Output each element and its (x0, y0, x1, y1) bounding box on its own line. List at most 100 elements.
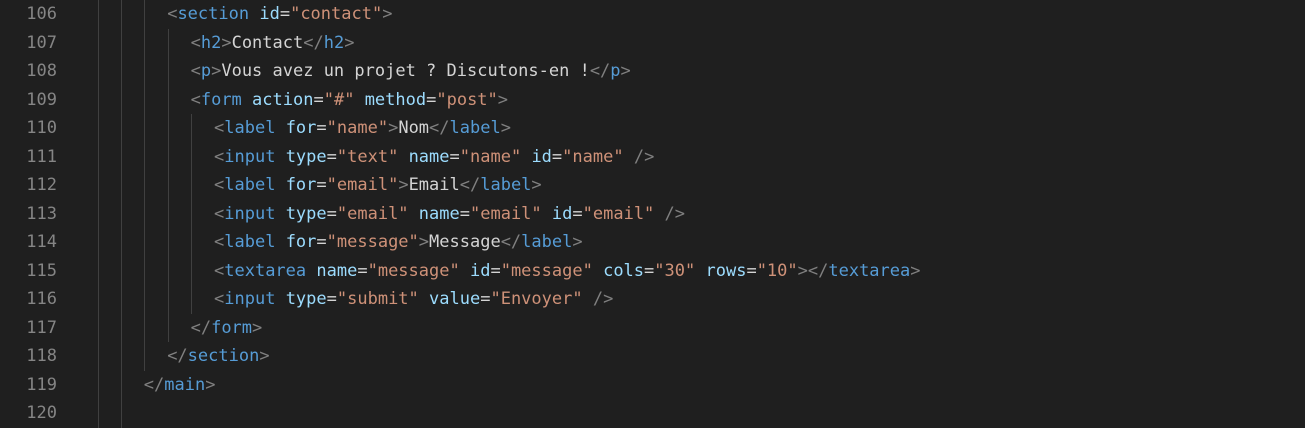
code-token: "message" (326, 232, 419, 252)
code-token: name (316, 260, 358, 281)
indent-guide (191, 114, 192, 143)
code-token: id (551, 203, 573, 224)
code-editor[interactable]: 106 <section id="contact"> 107 <h2>Contact<… (0, 0, 1305, 428)
code-text: </form> (191, 314, 263, 343)
code-text: <textarea name="message" id="message" co… (214, 257, 921, 286)
code-token: "email" (582, 203, 655, 224)
code-token: action (252, 89, 314, 110)
code-line[interactable]: 107 <h2>Contact</h2> (0, 28, 1305, 58)
code-token: method (364, 89, 427, 110)
code-token: for (285, 232, 317, 252)
code-token: > (259, 346, 270, 366)
code-token: Contact (231, 32, 304, 53)
code-token: > (211, 61, 222, 81)
code-token: "name" (562, 146, 624, 167)
code-line[interactable]: 120 (0, 399, 1305, 428)
code-token: form (211, 317, 253, 338)
code-text: <input type="email" name="email" id="ema… (214, 200, 685, 229)
indent-guide (168, 142, 169, 171)
code-token: > (572, 232, 583, 252)
line-number: 119 (26, 374, 57, 395)
indent-guide (98, 171, 99, 200)
indent-guide (121, 342, 122, 371)
code-token: /> (592, 289, 614, 309)
indent-guide (121, 85, 122, 114)
code-line[interactable]: 108 <p>Vous avez un projet ? Discutons-en… (0, 57, 1305, 86)
code-text: <h2>Contact</h2> (191, 29, 355, 58)
code-token: /> (664, 203, 686, 224)
code-line[interactable]: 109 <form action="#" method="post"> (0, 85, 1305, 115)
code-token: = (279, 4, 291, 24)
indent-guide (144, 342, 145, 371)
code-line[interactable]: 119 </main> (0, 370, 1305, 400)
code-token: cols (603, 260, 645, 281)
code-line[interactable]: 111 <input type="text" name="name" id="na… (0, 142, 1305, 171)
code-token: label (224, 175, 276, 195)
code-token: = (316, 118, 327, 138)
indent-guide (144, 114, 145, 143)
code-token: = (326, 289, 337, 309)
code-token: "text" (336, 146, 399, 167)
code-token: = (480, 289, 491, 309)
line-number: 113 (26, 203, 57, 224)
code-token: = (644, 260, 655, 281)
code-text: <input type="submit" value="Envoyer" /> (214, 285, 613, 314)
code-token: "name" (459, 146, 522, 167)
code-text: <form action="#" method="post"> (191, 86, 508, 115)
code-token: < (214, 260, 225, 281)
indent-guide (98, 57, 99, 86)
code-line[interactable]: 110 <label for="name">Nom</label> (0, 114, 1305, 143)
code-line[interactable]: 113 <input type="email" name="email" id="… (0, 199, 1305, 229)
code-token: name (418, 203, 460, 224)
code-token: > (388, 118, 399, 138)
code-line[interactable]: 114 <label for="message">Message</label> (0, 228, 1305, 257)
code-line[interactable]: 115 <textarea name="message" id="message"… (0, 256, 1305, 286)
line-number: 106 (26, 4, 57, 24)
line-number: 111 (26, 146, 57, 167)
code-token: </ (589, 61, 611, 81)
code-token: "post" (436, 89, 498, 110)
code-token: type (285, 146, 327, 167)
code-token: > (500, 118, 511, 138)
code-token: < (190, 61, 201, 81)
indent-guide (121, 285, 122, 314)
indent-guide (121, 28, 122, 57)
code-token: "email" (336, 203, 409, 224)
code-line[interactable]: 106 <section id="contact"> (0, 0, 1305, 29)
indent-guide (168, 114, 169, 143)
code-token: < (190, 89, 201, 110)
indent-guide (98, 399, 99, 428)
indent-guide (144, 313, 145, 342)
indent-guide (168, 199, 169, 228)
code-text: </main> (144, 371, 216, 400)
code-line[interactable]: 112 <label for="email">Email</label> (0, 171, 1305, 200)
code-token: name (408, 146, 450, 167)
code-token: > (205, 374, 216, 395)
code-token: "message" (367, 260, 460, 281)
indent-guide (98, 199, 99, 228)
code-token: form (200, 89, 242, 110)
indent-guide (144, 57, 145, 86)
indent-guide (144, 199, 145, 228)
indent-guide (168, 171, 169, 200)
code-token: < (214, 175, 225, 195)
code-token: label (480, 175, 532, 195)
code-token: /> (633, 146, 655, 167)
line-number: 110 (26, 118, 57, 138)
code-line[interactable]: 116 <input type="submit" value="Envoyer" … (0, 285, 1305, 314)
line-number: 118 (26, 346, 57, 366)
code-token: = (746, 260, 757, 281)
code-token: > (620, 61, 631, 81)
code-token: "message" (500, 260, 593, 281)
code-token: < (214, 289, 225, 309)
indent-guide (121, 142, 122, 171)
code-line[interactable]: 118 </section> (0, 342, 1305, 371)
code-line[interactable]: 117 </form> (0, 313, 1305, 343)
indent-guide (98, 370, 99, 399)
